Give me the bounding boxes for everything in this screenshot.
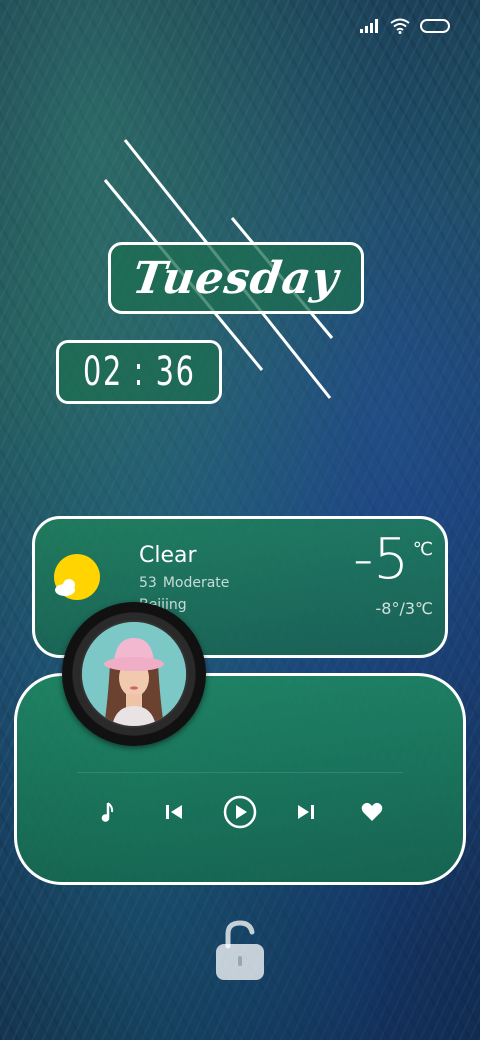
- play-icon: [223, 795, 257, 829]
- aqi-label: Moderate: [162, 575, 230, 591]
- sun-cloud-icon: [54, 554, 100, 600]
- temperature-unit: ℃: [412, 539, 433, 560]
- album-disc[interactable]: [62, 602, 206, 746]
- heart-icon: [361, 802, 383, 821]
- day-label: Tuesday: [129, 252, 343, 304]
- next-button[interactable]: [288, 794, 324, 830]
- air-quality: 53 Moderate: [139, 575, 235, 591]
- previous-button[interactable]: [156, 794, 192, 830]
- day-widget: Tuesday: [108, 242, 364, 314]
- next-icon: [298, 805, 314, 819]
- time-label: 02 : 36: [82, 349, 196, 395]
- unlock-icon[interactable]: [214, 920, 266, 982]
- previous-icon: [166, 805, 182, 819]
- music-note-button[interactable]: [90, 794, 126, 830]
- temperature-range: -8°/3℃: [375, 599, 434, 618]
- favorite-button[interactable]: [354, 794, 390, 830]
- play-button[interactable]: [222, 794, 258, 830]
- time-widget: 02 : 36: [56, 340, 222, 404]
- aqi-value: 53: [139, 575, 157, 591]
- divider: [77, 772, 403, 773]
- album-art-image: [82, 622, 186, 726]
- current-temperature: -5: [353, 527, 409, 592]
- music-controls: [17, 794, 463, 830]
- weather-condition: Clear: [139, 543, 197, 568]
- album-art: [80, 620, 188, 728]
- music-note-icon: [101, 802, 114, 822]
